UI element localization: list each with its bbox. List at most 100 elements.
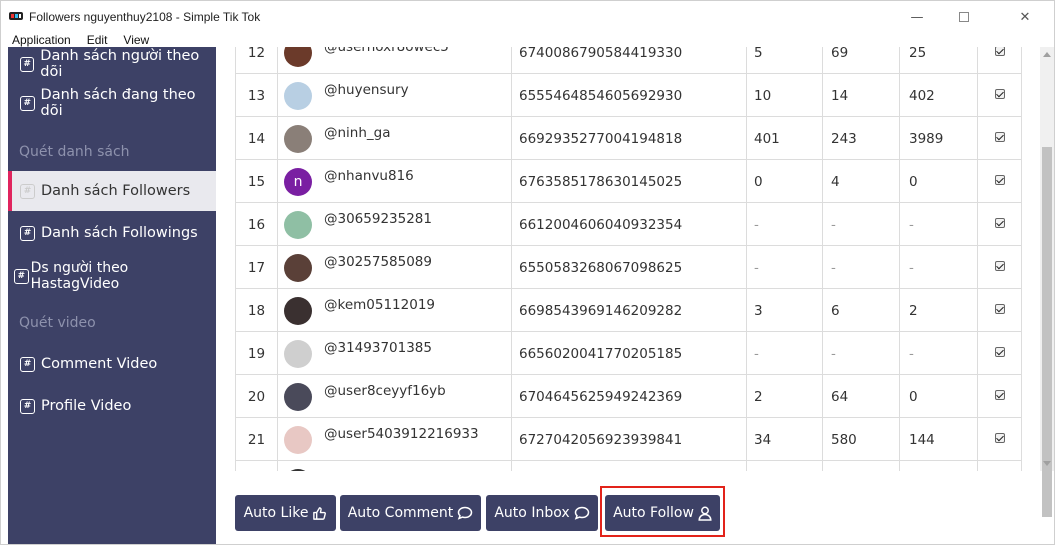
sidebar-item-following-list[interactable]: # Danh sách đang theo dõi bbox=[8, 83, 216, 123]
user-id-text: 6612004606040932354 bbox=[519, 216, 683, 233]
row-checkbox[interactable] bbox=[994, 131, 1005, 142]
close-button[interactable]: ✕ bbox=[1002, 1, 1048, 33]
table-row[interactable]: 17 @30257585089 6550583268067098625 - - - bbox=[235, 246, 1021, 289]
auto-like-button[interactable]: Auto Like bbox=[235, 495, 336, 531]
hashtag-icon: # bbox=[20, 183, 35, 199]
row-checkbox[interactable] bbox=[994, 260, 1005, 271]
user-cell: @31493701385 bbox=[277, 332, 511, 375]
table-row[interactable]: 19 @31493701385 6656020041770205185 - - - bbox=[235, 332, 1021, 375]
row-index-text: 13 bbox=[247, 87, 266, 104]
auto-comment-button[interactable]: Auto Comment bbox=[340, 495, 481, 531]
row-checkbox[interactable] bbox=[994, 217, 1005, 228]
stat-cell-3-text: 3989 bbox=[909, 130, 944, 147]
stat-cell-1: 401 bbox=[746, 117, 822, 160]
hashtag-icon: # bbox=[20, 356, 35, 372]
user-id: 6612004606040932354 bbox=[511, 203, 746, 246]
maximize-button[interactable] bbox=[941, 1, 987, 33]
row-index: 15 bbox=[235, 160, 277, 203]
stat-cell-1-text: 401 bbox=[754, 130, 780, 147]
user-id: 6704645625949242369 bbox=[511, 375, 746, 418]
stat-cell-1-text: 5 bbox=[754, 47, 763, 61]
auto-inbox-button[interactable]: Auto Inbox bbox=[486, 495, 598, 531]
sidebar-item-followers-list[interactable]: # Danh sách người theo dõi bbox=[8, 44, 216, 84]
minimize-button[interactable]: — bbox=[894, 1, 940, 33]
row-checkbox[interactable] bbox=[994, 389, 1005, 400]
scroll-up-arrow-icon[interactable] bbox=[1043, 52, 1051, 57]
auto-inbox-label: Auto Inbox bbox=[494, 505, 570, 521]
sidebar: # Danh sách người theo dõi # Danh sách đ… bbox=[8, 44, 216, 544]
stat-cell-1: 2 bbox=[746, 375, 822, 418]
stat-cell-3: 2 bbox=[899, 289, 977, 332]
sidebar-item-comment-video[interactable]: # Comment Video bbox=[8, 344, 216, 384]
row-index bbox=[235, 461, 277, 471]
table-row[interactable]: 15 n @nhanvu816 6763585178630145025 0 4 0 bbox=[235, 160, 1021, 203]
sidebar-item-followings[interactable]: # Danh sách Followings bbox=[8, 213, 216, 253]
window-title: Followers nguyenthuy2108 - Simple Tik To… bbox=[29, 10, 261, 24]
stat-cell-3-text: 0 bbox=[909, 173, 918, 190]
hashtag-icon: # bbox=[20, 56, 35, 72]
hashtag-icon: # bbox=[20, 225, 35, 241]
user-id: 6555464854605692930 bbox=[511, 74, 746, 117]
table-row[interactable]: 13 @huyensury 6555464854605692930 10 14 402 bbox=[235, 74, 1021, 117]
stat-cell-1: 5 bbox=[746, 47, 822, 74]
table-row[interactable]: 18 @kem05112019 6698543969146209282 3 6 2 bbox=[235, 289, 1021, 332]
stat-cell-2: 4 bbox=[822, 160, 899, 203]
select-cell bbox=[977, 47, 1021, 74]
table-row[interactable]: 21 @user5403912216933 6727042056923939841 3… bbox=[235, 418, 1021, 461]
select-cell bbox=[977, 74, 1021, 117]
stat-cell-2: - bbox=[822, 246, 899, 289]
table-row[interactable] bbox=[235, 461, 1021, 471]
row-checkbox[interactable] bbox=[994, 174, 1005, 185]
sidebar-item-hashtag-video[interactable]: # Ds người theo HastagVideo bbox=[8, 256, 216, 296]
sidebar-item-label: Danh sách người theo dõi bbox=[40, 48, 200, 80]
table-row[interactable]: 20 @user8ceyyf16yb 6704645625949242369 2 64 0 bbox=[235, 375, 1021, 418]
table-row[interactable]: 12 @usernoxr8owec5 6740086790584419330 5 69 2… bbox=[235, 47, 1021, 74]
app-logo-icon bbox=[9, 12, 23, 20]
row-checkbox[interactable] bbox=[994, 432, 1005, 443]
user-id-text: 6692935277004194818 bbox=[519, 130, 683, 147]
stat-cell-3: - bbox=[899, 203, 977, 246]
sidebar-item-followers[interactable]: # Danh sách Followers bbox=[8, 171, 216, 211]
close-icon: ✕ bbox=[1019, 9, 1031, 25]
sidebar-item-profile-video[interactable]: # Profile Video bbox=[8, 386, 216, 426]
row-checkbox[interactable] bbox=[994, 346, 1005, 357]
highlight-box bbox=[600, 486, 725, 537]
stat-cell-2-text: 243 bbox=[831, 130, 857, 147]
user-id-text: 6550583268067098625 bbox=[519, 259, 683, 276]
username: @31493701385 bbox=[324, 339, 432, 356]
stat-cell-1: 3 bbox=[746, 289, 822, 332]
user-id-text: 6727042056923939841 bbox=[519, 431, 683, 448]
table-row[interactable]: 14 @ninh_ga 6692935277004194818 401 243 3989 bbox=[235, 117, 1021, 160]
user-cell: @usernoxr8owec5 bbox=[277, 47, 511, 74]
row-index-text: 20 bbox=[247, 388, 266, 405]
stat-cell-2-text: - bbox=[831, 259, 836, 276]
row-index-text: 19 bbox=[247, 345, 266, 362]
row-checkbox[interactable] bbox=[994, 47, 1005, 56]
vertical-scrollbar[interactable] bbox=[1040, 47, 1054, 517]
row-checkbox[interactable] bbox=[994, 88, 1005, 99]
username: @nhanvu816 bbox=[324, 167, 414, 184]
row-index: 21 bbox=[235, 418, 277, 461]
sidebar-item-label: Profile Video bbox=[41, 398, 132, 414]
maximize-icon bbox=[959, 12, 969, 22]
user-id: 6763585178630145025 bbox=[511, 160, 746, 203]
title-bar: Followers nguyenthuy2108 - Simple Tik To… bbox=[1, 1, 1054, 33]
select-cell bbox=[977, 246, 1021, 289]
sidebar-item-label: Danh sách đang theo dõi bbox=[40, 87, 196, 119]
minimize-icon: — bbox=[910, 9, 924, 25]
user-cell: @ninh_ga bbox=[277, 117, 511, 160]
user-id-text: 6740086790584419330 bbox=[519, 47, 683, 61]
select-cell bbox=[977, 418, 1021, 461]
row-index-text: 16 bbox=[247, 216, 266, 233]
select-cell bbox=[977, 203, 1021, 246]
scroll-down-arrow-icon[interactable] bbox=[1043, 461, 1051, 466]
stat-cell-2-text: 580 bbox=[831, 431, 857, 448]
stat-cell-3: 3989 bbox=[899, 117, 977, 160]
row-index: 12 bbox=[235, 47, 277, 74]
avatar bbox=[284, 296, 312, 325]
row-checkbox[interactable] bbox=[994, 303, 1005, 314]
table-row[interactable]: 16 @30659235281 6612004606040932354 - - - bbox=[235, 203, 1021, 246]
hashtag-icon: # bbox=[20, 398, 35, 414]
stat-cell-3-text: 25 bbox=[909, 47, 927, 61]
stat-cell-2 bbox=[822, 461, 899, 471]
